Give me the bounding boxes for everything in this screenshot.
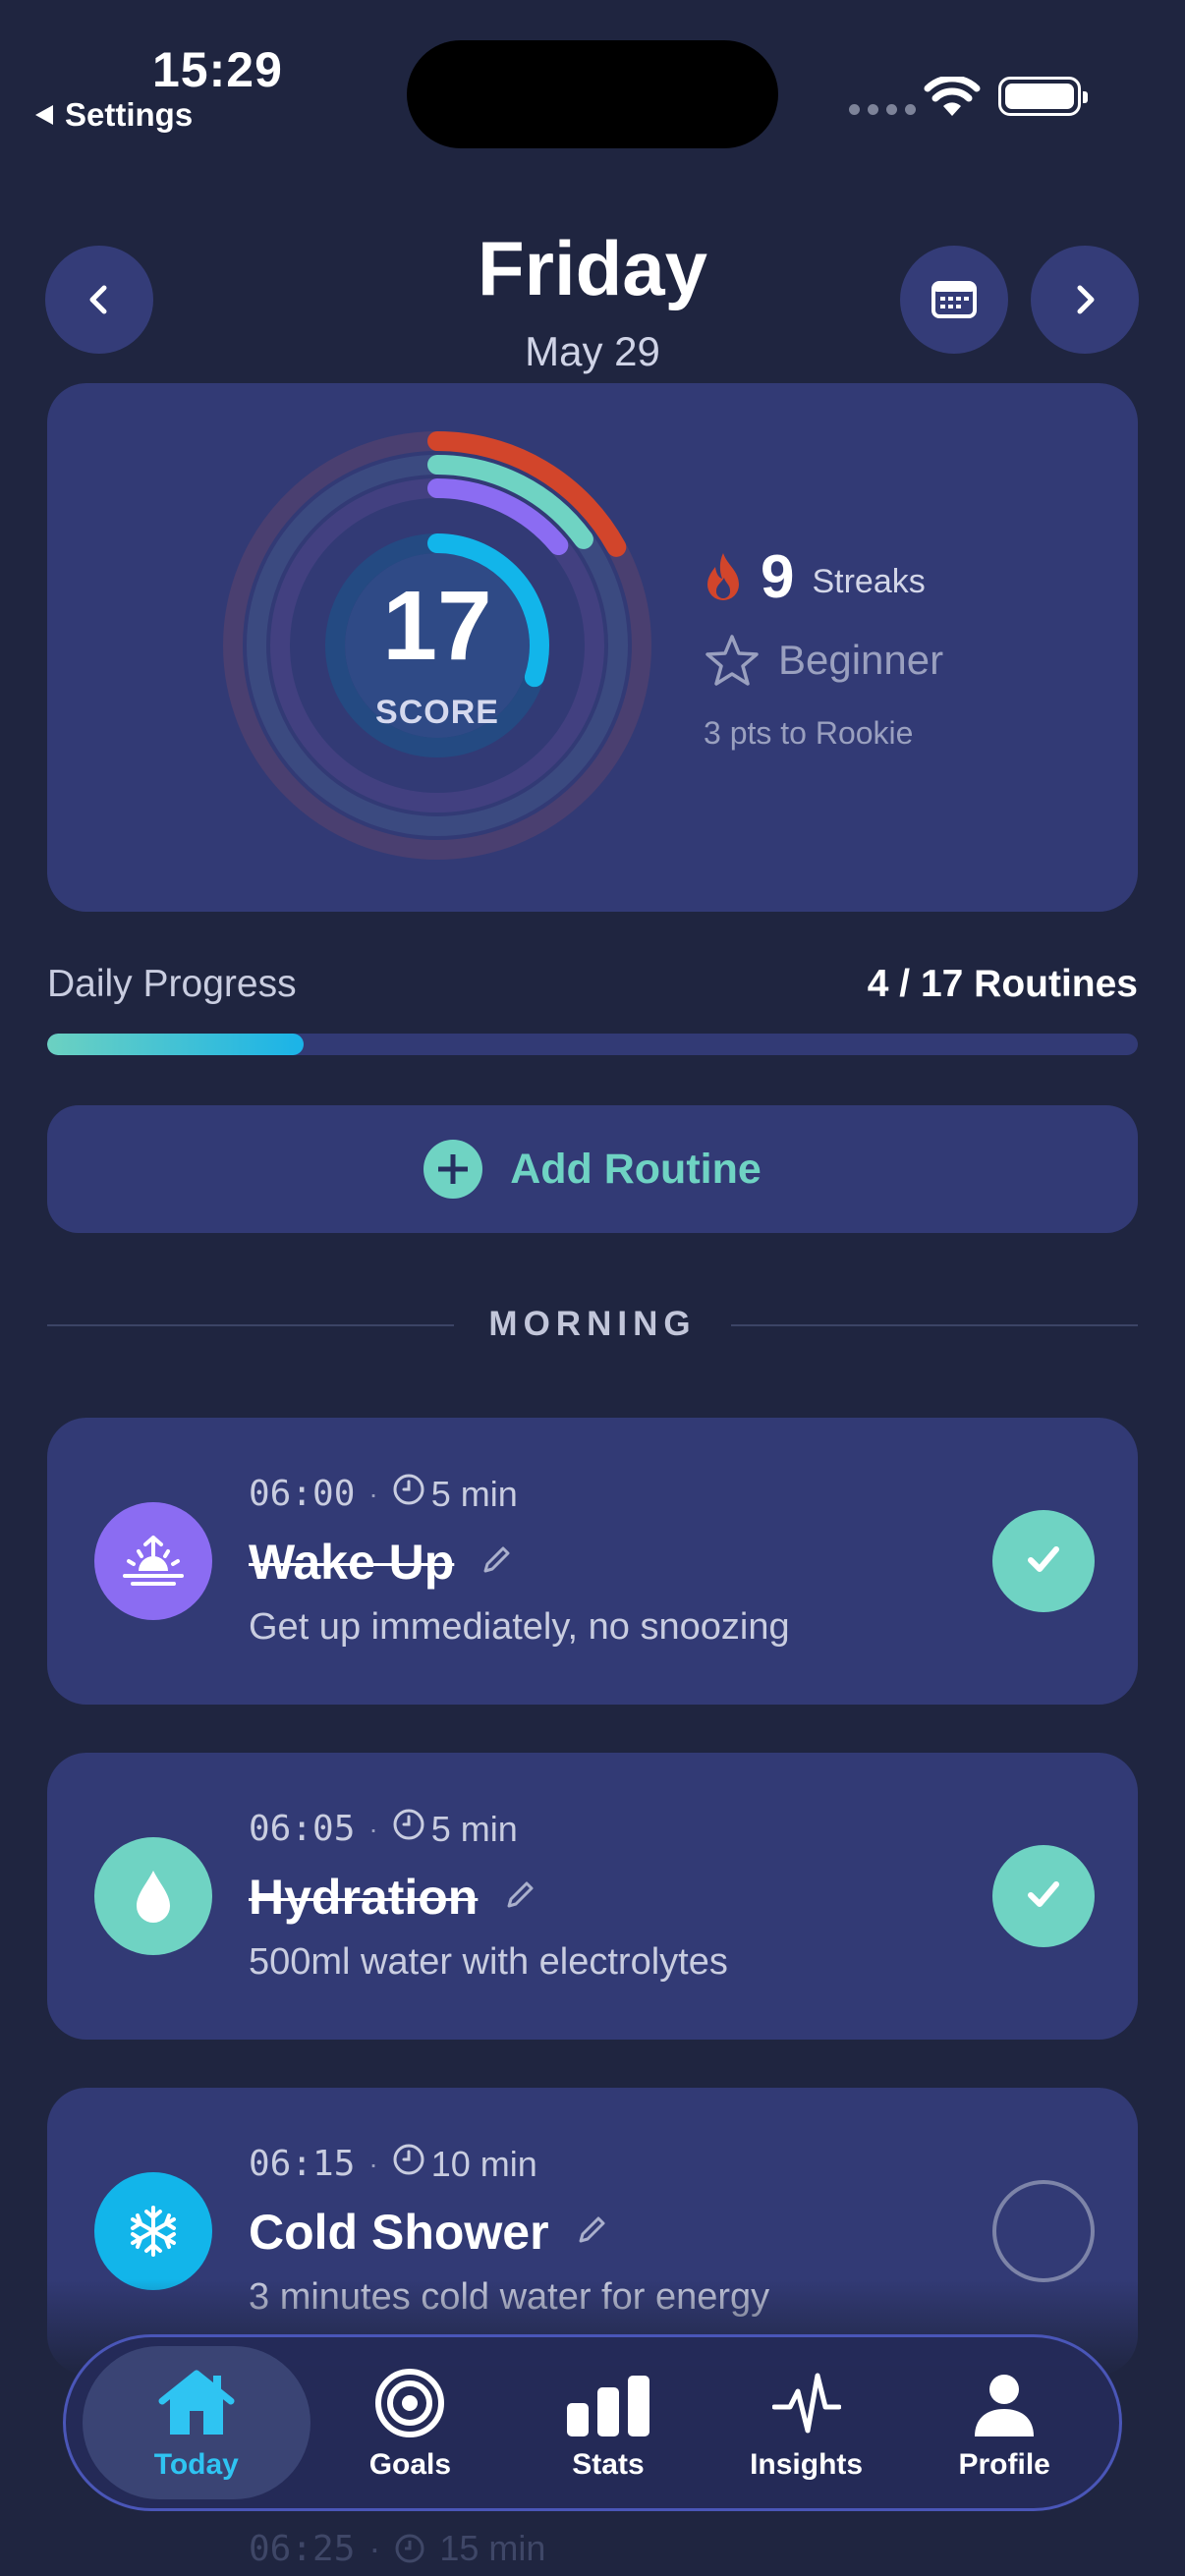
pulse-icon <box>771 2364 841 2438</box>
routine-card-partial: 06:25 · 15 min <box>249 2528 545 2569</box>
streak-label: Streaks <box>812 563 926 600</box>
edit-pencil-icon[interactable] <box>480 1543 513 1582</box>
level-row: Beginner <box>704 633 943 688</box>
next-day-button[interactable] <box>1031 246 1139 354</box>
chevron-right-icon <box>1077 285 1095 314</box>
routine-title: Cold Shower <box>249 2205 549 2260</box>
back-arrow-icon <box>35 105 53 125</box>
routine-duration: 5 min <box>430 1808 518 1849</box>
wifi-icon <box>924 77 981 116</box>
routine-complete-checkbox[interactable] <box>992 1510 1095 1612</box>
cellular-signal-icon <box>849 104 916 115</box>
clock-icon <box>392 1808 425 1850</box>
tab-goals[interactable]: Goals <box>311 2346 508 2499</box>
section-divider-right <box>731 1324 1138 1326</box>
clock-icon <box>392 1473 425 1515</box>
routine-complete-checkbox[interactable] <box>992 1845 1095 1947</box>
routine-time: 06:05 <box>249 1809 356 1849</box>
edit-pencil-icon[interactable] <box>575 2213 608 2252</box>
score-value: 17 <box>382 571 492 681</box>
daily-progress-count: 4 / 17 Routines <box>867 963 1138 1005</box>
routine-title: Hydration <box>249 1870 479 1925</box>
back-label: Settings <box>65 96 194 133</box>
routine-time: 06:15 <box>249 2144 356 2184</box>
tab-label: Goals <box>368 2448 452 2481</box>
separator-dot: · <box>368 1813 378 1844</box>
level-name: Beginner <box>778 637 944 683</box>
add-routine-button[interactable]: Add Routine <box>47 1105 1138 1233</box>
battery-icon <box>998 77 1088 116</box>
daily-progress-fill <box>47 1034 304 1055</box>
water-drop-icon <box>94 1837 212 1955</box>
daily-progress-label: Daily Progress <box>47 963 297 1005</box>
clock-icon <box>392 2143 425 2185</box>
routine-incomplete-checkbox[interactable] <box>992 2180 1095 2282</box>
routine-meta: 06:00 · 5 min <box>249 1473 518 1515</box>
edit-pencil-icon[interactable] <box>503 1878 536 1917</box>
routine-duration: 5 min <box>430 1473 518 1514</box>
tab-label: Today <box>153 2448 239 2481</box>
routine-duration: 10 min <box>430 2143 537 2184</box>
tab-label: Insights <box>750 2448 864 2481</box>
status-time: 15:29 <box>152 42 283 97</box>
add-routine-label: Add Routine <box>510 1145 762 1193</box>
checkmark-icon <box>1019 1535 1068 1589</box>
snowflake-icon <box>94 2172 212 2290</box>
routine-duration: 15 min <box>439 2528 546 2568</box>
tab-profile[interactable]: Profile <box>906 2346 1102 2499</box>
tab-bar: Today Goals Stats Insights Profile <box>63 2334 1122 2511</box>
streak-count: 9 <box>761 543 795 611</box>
routine-time: 06:00 <box>249 1474 356 1514</box>
routine-card[interactable]: 06:00 · 5 min Wake Up Get up immediately, no… <box>47 1418 1138 1705</box>
sunrise-icon <box>94 1502 212 1620</box>
daily-progress-bar <box>47 1034 1138 1055</box>
flame-icon <box>707 552 739 600</box>
home-icon <box>156 2364 237 2438</box>
routine-meta: 06:05 · 5 min <box>249 1808 518 1850</box>
tab-stats[interactable]: Stats <box>510 2346 706 2499</box>
score-label: SCORE <box>375 694 499 731</box>
streak-row: 9 Streaks <box>704 542 926 612</box>
separator-dot: · <box>368 1478 378 1509</box>
calendar-icon <box>931 281 977 318</box>
checkmark-icon <box>1019 1870 1068 1924</box>
bar-chart-icon <box>565 2364 651 2438</box>
separator-dot: · <box>368 2528 381 2568</box>
tab-label: Profile <box>958 2448 1050 2481</box>
plus-circle-icon <box>423 1140 483 1199</box>
dynamic-island <box>407 40 778 148</box>
routine-card[interactable]: 06:05 · 5 min Hydration 500ml water with ele… <box>47 1753 1138 2040</box>
calendar-button[interactable] <box>900 246 1008 354</box>
star-icon <box>705 635 759 686</box>
routine-time: 06:25 <box>249 2528 356 2569</box>
clock-icon <box>395 2534 424 2563</box>
routine-description: Get up immediately, no snoozing <box>249 1606 790 1648</box>
routine-title: Wake Up <box>249 1535 455 1590</box>
routine-meta: 06:15 · 10 min <box>249 2143 537 2185</box>
separator-dot: · <box>368 2148 378 2179</box>
routine-description: 500ml water with electrolytes <box>249 1941 728 1983</box>
tab-today[interactable]: Today <box>82 2346 310 2499</box>
back-to-settings[interactable]: Settings <box>35 96 193 134</box>
tab-insights[interactable]: Insights <box>708 2346 905 2499</box>
target-icon <box>374 2364 445 2438</box>
next-level-hint: 3 pts to Rookie <box>704 715 914 751</box>
person-icon <box>973 2364 1036 2438</box>
tab-label: Stats <box>572 2448 645 2481</box>
